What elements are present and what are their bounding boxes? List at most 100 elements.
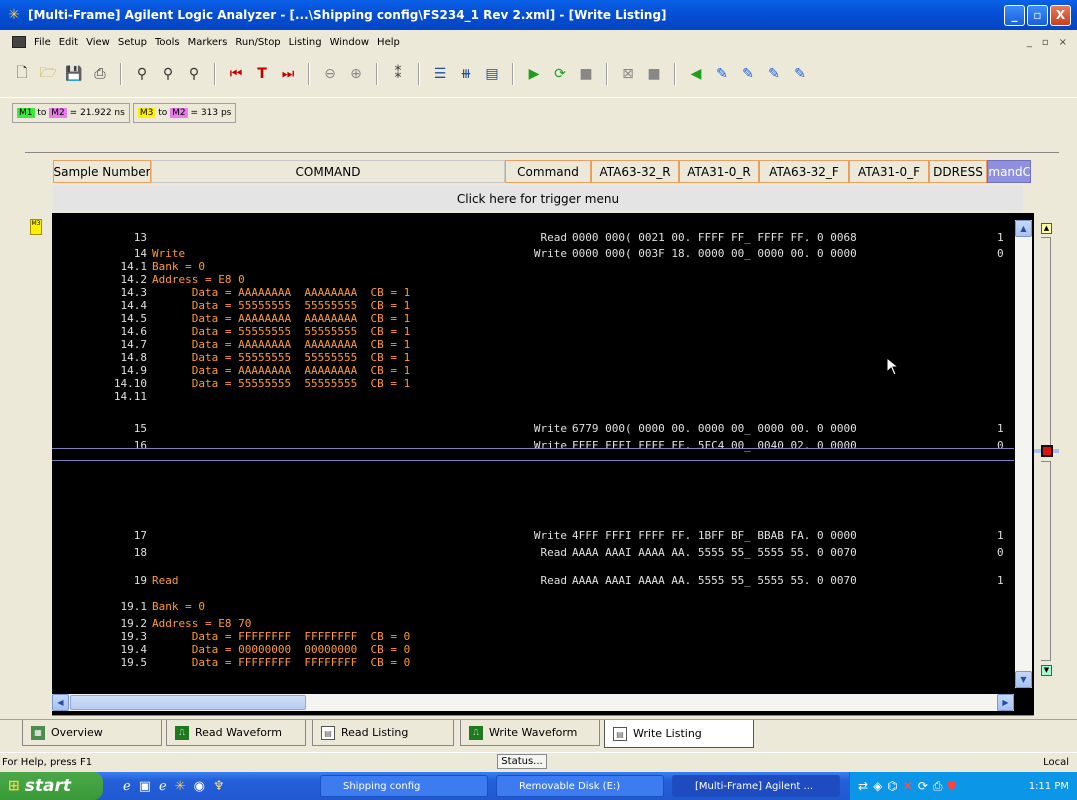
find-icon[interactable]: ⚲ — [132, 64, 152, 84]
mdi-restore-button[interactable]: ▫ — [1042, 37, 1049, 48]
taskbar-item-removable-disk[interactable]: Removable Disk (E:) — [496, 775, 664, 797]
taskbar-item-shipping-config[interactable]: Shipping config — [320, 775, 488, 797]
open-folder-icon[interactable]: 🗁 — [38, 64, 58, 84]
listing-row[interactable]: 14.2 Address = E8 0 — [52, 273, 1014, 286]
column-header-data31-0-f[interactable]: ATA31-0_F — [849, 160, 929, 183]
horizontal-scrollbar[interactable]: ◀ ▶ — [52, 694, 1014, 711]
scroll-left-button[interactable]: ◀ — [52, 694, 69, 711]
marker-icon[interactable]: ⁑ — [388, 64, 408, 84]
show-desktop-icon[interactable]: ▣ — [139, 779, 151, 794]
column-header-address[interactable]: DDRESS — [929, 160, 987, 183]
tab-read-waveform[interactable]: ⎍ Read Waveform — [166, 720, 306, 746]
security-icon[interactable]: ◈ — [873, 779, 882, 794]
find-previous-icon[interactable]: ⚲ — [158, 64, 178, 84]
menu-listing[interactable]: Listing — [285, 37, 326, 48]
listing-row[interactable]: 14.4 Data = 55555555 55555555 CB = 1 — [52, 299, 1014, 312]
go-to-top-icon[interactable]: ▲ — [1041, 223, 1052, 234]
listing-row[interactable]: 19.3 Data = FFFFFFFF FFFFFFFF CB = 0 — [52, 630, 1014, 643]
internet-explorer-icon[interactable]: ℯ — [123, 779, 131, 794]
media-icon[interactable]: ◉ — [194, 779, 205, 794]
save-icon[interactable]: 💾 — [64, 64, 84, 84]
stop-icon[interactable]: ■ — [576, 64, 596, 84]
printer-icon[interactable]: ⎙ — [933, 779, 943, 794]
insert-time-icon[interactable]: ✎ — [764, 64, 784, 84]
marker-measurement-m1-m2[interactable]: M1 to M2 = 21.922 ns — [12, 102, 130, 123]
column-header-data31-0-r[interactable]: ATA31-0_R — [679, 160, 759, 183]
column-header-commandclk[interactable]: mmandClk — [987, 160, 1031, 183]
mdi-minimize-button[interactable]: _ — [1027, 37, 1032, 48]
vertical-scrollbar[interactable]: ▲ ▼ — [1015, 220, 1032, 688]
new-file-icon[interactable]: 🗋 — [12, 64, 32, 84]
listing-row[interactable]: 14.10 Data = 55555555 55555555 CB = 1 — [52, 377, 1014, 390]
listing-row[interactable]: 14 Write Write 0000 000( 003F 18. 0000 00_ … — [52, 247, 1014, 260]
trigger-setup-icon[interactable]: ▤ — [482, 64, 502, 84]
column-header-command[interactable]: Command — [505, 160, 591, 183]
tab-write-listing[interactable]: ▤ Write Listing — [604, 720, 754, 748]
run-repetitive-icon[interactable]: ⟳ — [550, 64, 570, 84]
agilent-icon[interactable]: ✳ — [175, 779, 186, 794]
insert-percent-icon[interactable]: ✎ — [790, 64, 810, 84]
go-to-end-icon[interactable]: ⏭ — [278, 64, 298, 84]
mdi-close-button[interactable]: × — [1059, 37, 1067, 48]
go-to-start-icon[interactable]: ⏮ — [226, 64, 246, 84]
listing-row[interactable]: 19.2 Address = E8 70 — [52, 617, 1014, 630]
column-header-data63-32-f[interactable]: ATA63-32_F — [759, 160, 849, 183]
cancel-icon[interactable]: ⊠ — [618, 64, 638, 84]
go-to-bottom-icon[interactable]: ▼ — [1041, 665, 1052, 676]
tab-overview[interactable]: ▦ Overview — [22, 720, 162, 746]
waveform-icon[interactable]: ⧻ — [456, 64, 476, 84]
go-to-trigger-icon[interactable]: T — [252, 64, 272, 84]
insert-marker-icon[interactable]: ✎ — [738, 64, 758, 84]
tab-write-waveform[interactable]: ⎍ Write Waveform — [460, 720, 600, 746]
network-icon[interactable]: ⇄ — [858, 779, 868, 794]
browser-icon[interactable]: ℯ — [159, 779, 167, 794]
menu-setup[interactable]: Setup — [114, 37, 151, 48]
listing-row[interactable]: 19.1 Bank = 0 — [52, 600, 1014, 613]
trigger-position-icon[interactable] — [1041, 445, 1053, 457]
listing-row[interactable]: 14.5 Data = AAAAAAAA AAAAAAAA CB = 1 — [52, 312, 1014, 325]
io-icon[interactable]: ⌬ — [887, 779, 897, 794]
menu-file[interactable]: File — [30, 37, 55, 48]
print-icon[interactable]: ⎙ — [90, 64, 110, 84]
zoom-in-icon[interactable]: ⊕ — [346, 64, 366, 84]
overview-list-icon[interactable]: ☰ — [430, 64, 450, 84]
mdi-doc-icon[interactable] — [12, 36, 26, 48]
alert-icon[interactable]: ✕ — [903, 779, 913, 794]
zoom-out-icon[interactable]: ⊖ — [320, 64, 340, 84]
listing-row[interactable]: 15 Write 6779 000( 0000 00. 0000 00_ 0000 … — [52, 422, 1014, 435]
menu-view[interactable]: View — [82, 37, 114, 48]
horizontal-scroll-thumb[interactable] — [70, 695, 306, 710]
menu-help[interactable]: Help — [373, 37, 404, 48]
listing-row[interactable]: 14.1 Bank = 0 — [52, 260, 1014, 273]
listing-row[interactable]: 19 Read Read AAAA AAAI AAAA AA. 5555 55_ 55… — [52, 574, 1014, 587]
trigger-menu-bar[interactable]: Click here for trigger menu — [53, 186, 1023, 211]
listing-row[interactable]: 18 Read AAAA AAAI AAAA AA. 5555 55_ 5555 5… — [52, 546, 1014, 559]
column-header-command-decode[interactable]: COMMAND — [151, 160, 505, 183]
listing-row[interactable]: 19.5 Data = FFFFFFFF FFFFFFFF CB = 0 — [52, 656, 1014, 669]
listing-row[interactable]: 16 Write FFFF FFFI FFFF FF. 5FC4 00_ 0040 … — [52, 439, 1014, 452]
column-header-sample-number[interactable]: Sample Number — [53, 160, 151, 183]
update-icon[interactable]: ⟳ — [918, 779, 928, 794]
find-next-icon[interactable]: ⚲ — [184, 64, 204, 84]
insert-icon[interactable]: ✎ — [712, 64, 732, 84]
clear-icon[interactable]: ■ — [644, 64, 664, 84]
menu-edit[interactable]: Edit — [55, 37, 82, 48]
taskbar-item-logic-analyzer[interactable]: [Multi-Frame] Agilent ... — [672, 775, 840, 797]
listing-row[interactable]: 14.8 Data = 55555555 55555555 CB = 1 — [52, 351, 1014, 364]
shield-icon[interactable]: ⛊ — [948, 779, 957, 794]
menu-tools[interactable]: Tools — [151, 37, 184, 48]
connect-icon[interactable]: ◀ — [686, 64, 706, 84]
listing-row[interactable]: 14.7 Data = AAAAAAAA AAAAAAAA CB = 1 — [52, 338, 1014, 351]
listing-row[interactable]: 13 Read 0000 000( 0021 00. FFFF FF_ FFFF F… — [52, 231, 1014, 244]
column-header-data63-32-r[interactable]: ATA63-32_R — [591, 160, 679, 183]
start-button[interactable]: ⊞ start — [0, 772, 103, 800]
scroll-right-button[interactable]: ▶ — [997, 694, 1014, 711]
minimize-button[interactable]: _ — [1004, 4, 1025, 26]
listing-row[interactable]: 19.4 Data = 00000000 00000000 CB = 0 — [52, 643, 1014, 656]
listing-row[interactable]: 14.3 Data = AAAAAAAA AAAAAAAA CB = 1 — [52, 286, 1014, 299]
listing-row[interactable]: 14.11 — [52, 390, 1014, 403]
m3-marker-flag[interactable]: M3 — [30, 219, 42, 235]
menu-window[interactable]: Window — [326, 37, 373, 48]
close-button[interactable]: X — [1050, 4, 1071, 26]
menu-run-stop[interactable]: Run/Stop — [231, 37, 284, 48]
